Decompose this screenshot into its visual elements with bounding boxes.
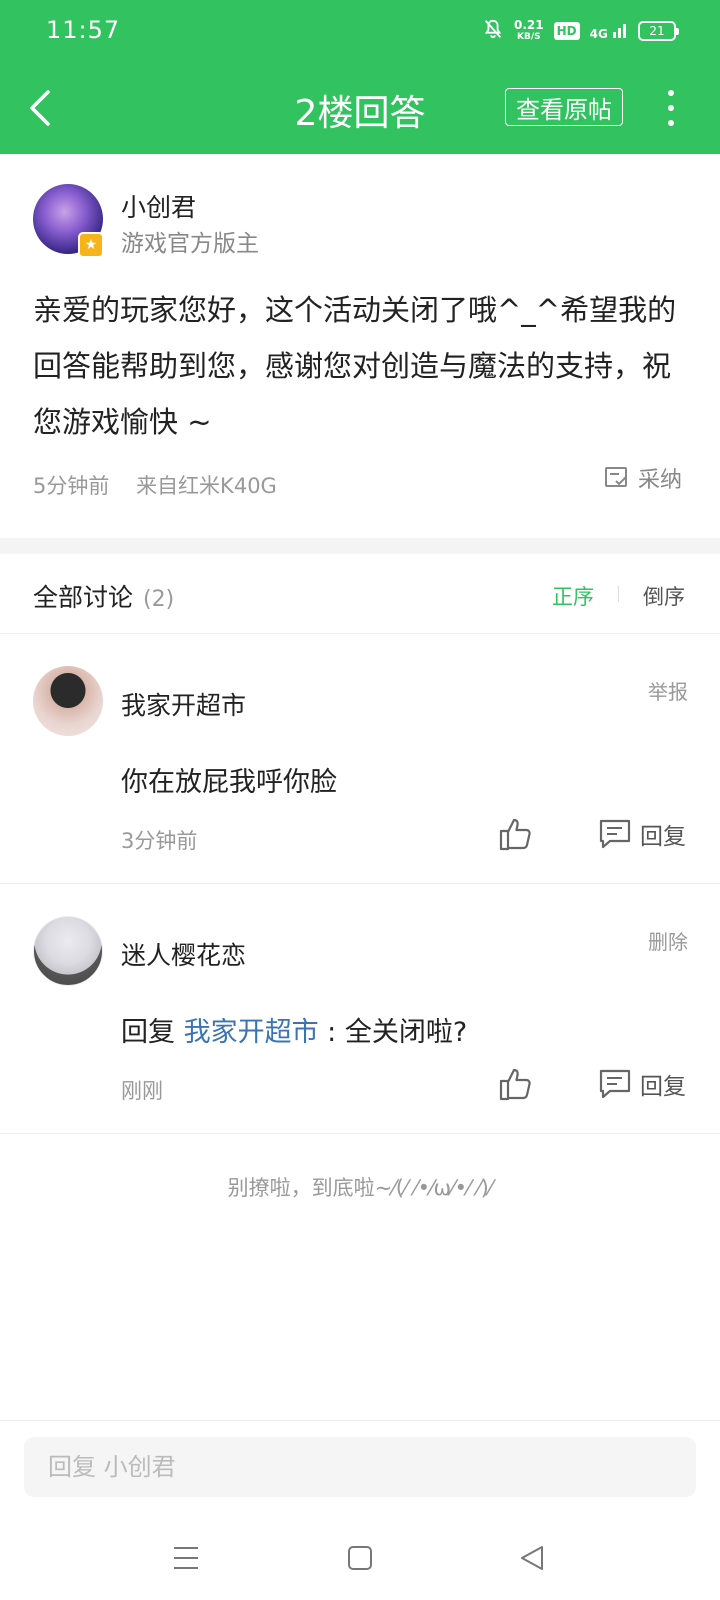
answer-time: 5分钟前 <box>33 474 110 498</box>
sort-divider <box>618 586 619 602</box>
signal-type: 4G <box>589 26 608 41</box>
comment-time: 3分钟前 <box>121 829 198 853</box>
sort-ascending-tab[interactable]: 正序 <box>552 581 594 611</box>
reply-label: 回复 <box>640 824 686 850</box>
like-thumb-icon[interactable] <box>497 816 537 856</box>
home-square-icon[interactable] <box>340 1538 380 1578</box>
signal-bars-icon <box>613 23 626 38</box>
reply-button[interactable]: 回复 <box>598 1067 686 1101</box>
sort-descending-tab[interactable]: 倒序 <box>643 581 685 611</box>
section-divider <box>0 538 720 554</box>
adopt-label: 采纳 <box>638 468 683 493</box>
comment-item: 迷人樱花恋 删除 回复 我家开超市 : 全关闭啦? 刚刚 回复 <box>0 884 720 1134</box>
end-of-list-note: 别撩啦，到底啦~⁄(⁄ ⁄•⁄ω⁄•⁄ ⁄)⁄ <box>227 1176 493 1200</box>
menu-icon[interactable] <box>166 1538 206 1578</box>
commenter-name[interactable]: 迷人樱花恋 <box>121 936 246 972</box>
mute-bell-icon <box>482 18 504 44</box>
reply-prefix: 回复 <box>121 1017 175 1048</box>
hd-badge: HD <box>553 22 580 40</box>
commenter-avatar[interactable] <box>33 916 103 986</box>
reply-label: 回复 <box>640 1074 686 1100</box>
commenter-name[interactable]: 我家开超市 <box>121 686 246 722</box>
comment-body: 你在放屁我呼你脸 <box>121 767 337 798</box>
discussion-header: 全部讨论 (2) 正序 倒序 <box>0 554 720 634</box>
net-speed-value: 0.21 <box>513 18 544 32</box>
comment-body-text: : 全关闭啦? <box>318 1017 468 1048</box>
author-name[interactable]: 小创君 <box>121 188 196 224</box>
comment-time: 刚刚 <box>121 1079 163 1103</box>
back-triangle-icon[interactable] <box>512 1538 552 1578</box>
adopt-icon <box>605 467 627 487</box>
nav-bar: 2楼回答 查看原帖 <box>0 62 720 154</box>
mention-link[interactable]: 我家开超市 <box>184 1017 319 1048</box>
signal-indicator: 4G <box>590 22 628 41</box>
answer-body: 亲爱的玩家您好，这个活动关闭了哦^_^希望我的回答能帮助到您，感谢您对创造与魔法… <box>33 293 677 439</box>
author-role: 游戏官方版主 <box>121 231 259 257</box>
reply-bubble-icon <box>599 1069 631 1099</box>
battery-icon: 21 <box>638 21 679 41</box>
app-root: 11:57 0.21 KB/S HD 4G 21 2楼回答 查看原帖 ★ 小创君… <box>0 0 720 1600</box>
like-thumb-icon[interactable] <box>497 1066 537 1106</box>
comment-body: 回复 我家开超市 : 全关闭啦? <box>121 1010 467 1049</box>
more-options-icon[interactable] <box>656 86 686 130</box>
answer-card: ★ 小创君 游戏官方版主 亲爱的玩家您好，这个活动关闭了哦^_^希望我的回答能帮… <box>0 154 720 538</box>
discussion-title-text: 全部讨论 <box>33 583 134 612</box>
comment-item: 我家开超市 举报 你在放屁我呼你脸 3分钟前 回复 <box>0 634 720 884</box>
system-nav-bar <box>0 1520 720 1600</box>
delete-button[interactable]: 删除 <box>648 926 688 955</box>
net-speed: 0.21 KB/S <box>514 19 544 43</box>
adopt-button[interactable]: 采纳 <box>604 462 682 494</box>
header: 11:57 0.21 KB/S HD 4G 21 2楼回答 查看原帖 <box>0 0 720 154</box>
reply-input[interactable] <box>24 1437 696 1497</box>
net-speed-unit: KB/S <box>516 32 541 42</box>
discussion-title: 全部讨论 (2) <box>33 578 174 614</box>
answer-device: 来自红米K40G <box>136 474 277 498</box>
discussion-count: (2) <box>143 587 175 612</box>
battery-level: 21 <box>649 24 665 38</box>
reply-bubble-icon <box>599 819 631 849</box>
status-bar: 11:57 0.21 KB/S HD 4G 21 <box>0 0 720 62</box>
bottom-reply-bar <box>0 1420 720 1520</box>
reply-button[interactable]: 回复 <box>598 817 686 851</box>
view-original-button[interactable]: 查看原帖 <box>505 88 623 126</box>
star-badge-icon: ★ <box>78 232 104 258</box>
answer-meta: 5分钟前 来自红米K40G <box>33 470 277 500</box>
report-button[interactable]: 举报 <box>648 676 688 705</box>
commenter-avatar[interactable] <box>33 666 103 736</box>
status-icons: 0.21 KB/S HD 4G 21 <box>482 14 679 48</box>
status-time: 11:57 <box>46 16 121 44</box>
